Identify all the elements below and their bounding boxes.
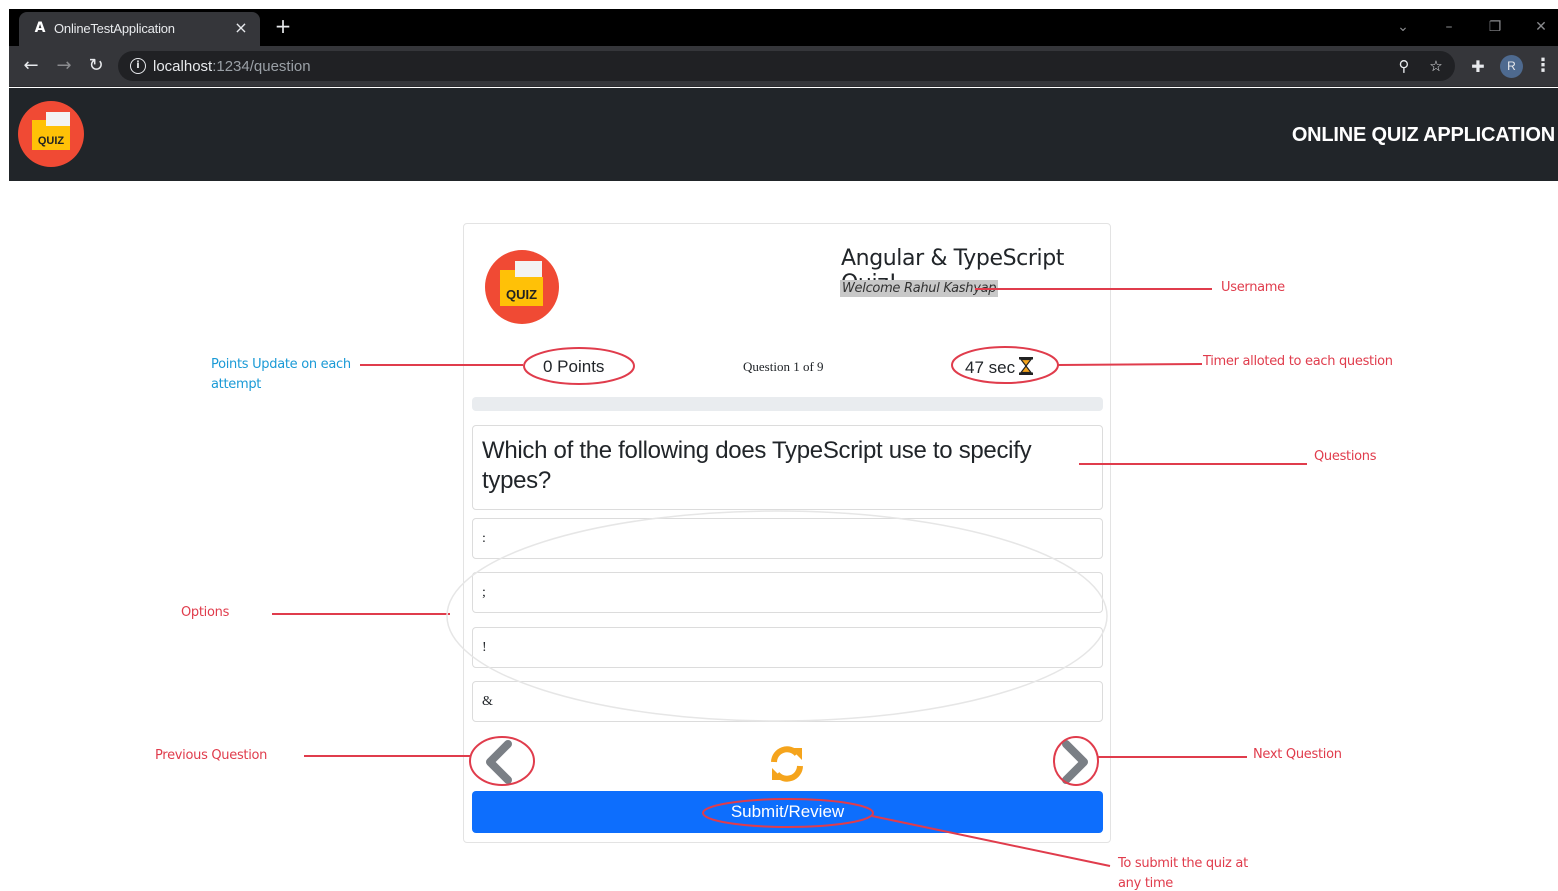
welcome-username: Welcome Rahul Kashyap xyxy=(840,280,999,297)
url-path: :1234/question xyxy=(212,58,311,75)
annotation-next: Next Question xyxy=(1253,747,1342,762)
info-icon[interactable]: i xyxy=(130,58,146,74)
annotation-options: Options xyxy=(181,605,230,620)
chevron-right-icon xyxy=(1062,740,1088,784)
stage: A OnlineTestApplication × + ⌄ – ❐ ✕ ← → … xyxy=(0,0,1558,891)
question-text: Which of the following does TypeScript u… xyxy=(482,437,1032,494)
chevron-left-icon xyxy=(486,740,512,784)
points-display: 0 Points xyxy=(543,357,605,376)
minimize-icon[interactable]: – xyxy=(1439,17,1459,37)
browser-tab[interactable]: A OnlineTestApplication × xyxy=(19,12,260,46)
extensions-puzzle-icon[interactable]: ✚ xyxy=(1467,56,1489,78)
annotation-previous: Previous Question xyxy=(155,748,268,763)
browser-tabstrip: A OnlineTestApplication × + ⌄ – ❐ ✕ xyxy=(9,9,1558,46)
timer-text: 47 sec xyxy=(965,358,1016,377)
submit-review-button[interactable]: Submit/Review xyxy=(472,791,1103,833)
address-bar[interactable]: i localhost:1234/question ⚲ ☆ xyxy=(118,51,1455,81)
tab-search-icon[interactable]: ⌄ xyxy=(1393,17,1413,37)
url-host: localhost xyxy=(153,58,213,75)
navbar-logo-text: QUIZ xyxy=(38,135,65,147)
annotation-timer: Timer alloted to each question xyxy=(1203,354,1393,369)
quiz-logo: QUIZ xyxy=(484,246,560,333)
kebab-menu-icon[interactable]: ⋮ xyxy=(1533,55,1553,77)
question-box: Which of the following does TypeScript u… xyxy=(472,425,1103,510)
url-text[interactable]: localhost:1234/question xyxy=(153,58,311,75)
new-tab-button[interactable]: + xyxy=(273,16,293,36)
tab-title: OnlineTestApplication xyxy=(54,21,175,36)
hourglass-icon xyxy=(1019,357,1034,380)
question-counter: Question 1 of 9 xyxy=(743,359,824,374)
previous-question-button[interactable] xyxy=(480,740,520,784)
zoom-icon[interactable]: ⚲ xyxy=(1394,56,1414,76)
annotation-points: Points Update on each attempt xyxy=(211,357,351,392)
next-question-button[interactable] xyxy=(1054,740,1094,784)
annotation-username: Username xyxy=(1221,280,1285,295)
annotation-submit: To submit the quiz at any time xyxy=(1118,856,1248,891)
timer-display: 47 sec xyxy=(965,357,1034,380)
app-navbar: QUIZ ONLINE QUIZ APPLICATION xyxy=(9,88,1558,181)
refresh-icon xyxy=(771,746,803,782)
quiz-card: QUIZ Angular & TypeScript Quiz! Welcome … xyxy=(463,223,1111,843)
option-2[interactable]: ; xyxy=(472,572,1103,613)
back-icon[interactable]: ← xyxy=(20,55,42,77)
browser-toolbar: ← → ↻ i localhost:1234/question ⚲ ☆ ✚ R … xyxy=(9,46,1558,87)
navbar-logo[interactable]: QUIZ xyxy=(18,98,84,175)
option-3[interactable]: ! xyxy=(472,627,1103,668)
option-4[interactable]: & xyxy=(472,681,1103,722)
profile-avatar[interactable]: R xyxy=(1500,55,1523,78)
tab-close-icon[interactable]: × xyxy=(232,19,250,37)
reload-icon[interactable]: ↻ xyxy=(85,55,107,77)
navbar-brand[interactable]: ONLINE QUIZ APPLICATION xyxy=(1292,124,1555,147)
restore-icon[interactable]: ❐ xyxy=(1485,17,1505,37)
refresh-button[interactable] xyxy=(768,744,806,784)
window-close-icon[interactable]: ✕ xyxy=(1531,17,1551,37)
bookmark-star-icon[interactable]: ☆ xyxy=(1426,56,1446,76)
annotation-questions: Questions xyxy=(1314,449,1377,464)
forward-icon[interactable]: → xyxy=(53,55,75,77)
progress-bar xyxy=(472,397,1103,411)
quiz-logo-text: QUIZ xyxy=(506,287,537,302)
angular-favicon-icon: A xyxy=(34,20,46,36)
option-1[interactable]: : xyxy=(472,518,1103,559)
